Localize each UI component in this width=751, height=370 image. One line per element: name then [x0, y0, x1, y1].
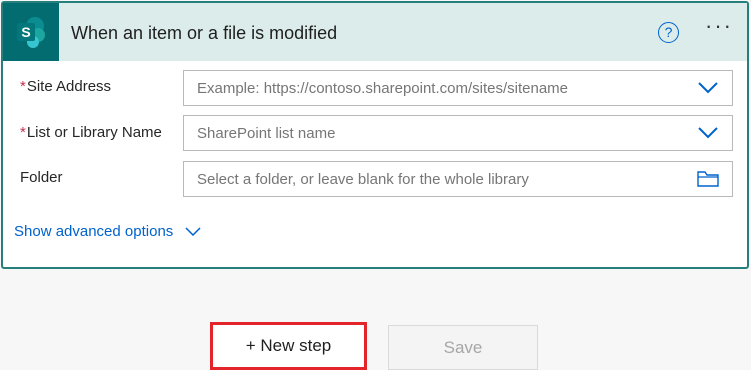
svg-text:S: S	[21, 24, 30, 40]
folder-icon[interactable]	[684, 162, 732, 196]
folder-label: Folder	[20, 169, 63, 186]
chevron-down-icon[interactable]	[684, 116, 732, 150]
more-options-icon[interactable]: ···	[703, 15, 735, 44]
trigger-header[interactable]: S When an item or a file is modified ? ·…	[3, 3, 747, 61]
list-name-placeholder: SharePoint list name	[197, 124, 336, 142]
chevron-down-icon	[185, 227, 201, 236]
new-step-button[interactable]: + New step	[210, 322, 367, 370]
chevron-down-icon[interactable]	[684, 71, 732, 105]
trigger-title: When an item or a file is modified	[71, 23, 338, 43]
list-name-input[interactable]: SharePoint list name	[183, 115, 733, 151]
trigger-card: S When an item or a file is modified ? ·…	[1, 1, 749, 269]
site-address-input[interactable]: Example: https://contoso.sharepoint.com/…	[183, 70, 733, 106]
save-button[interactable]: Save	[388, 325, 538, 370]
folder-input[interactable]: Select a folder, or leave blank for the …	[183, 161, 733, 197]
folder-placeholder: Select a folder, or leave blank for the …	[197, 170, 529, 188]
required-marker: *	[20, 78, 26, 95]
site-address-label: *Site Address	[20, 78, 112, 95]
sharepoint-icon: S	[3, 3, 59, 61]
show-advanced-options-link[interactable]: Show advanced options	[14, 223, 201, 240]
list-name-label: *List or Library Name	[20, 124, 162, 141]
help-icon[interactable]: ?	[658, 22, 679, 43]
site-address-placeholder: Example: https://contoso.sharepoint.com/…	[197, 79, 569, 97]
required-marker: *	[20, 124, 26, 141]
